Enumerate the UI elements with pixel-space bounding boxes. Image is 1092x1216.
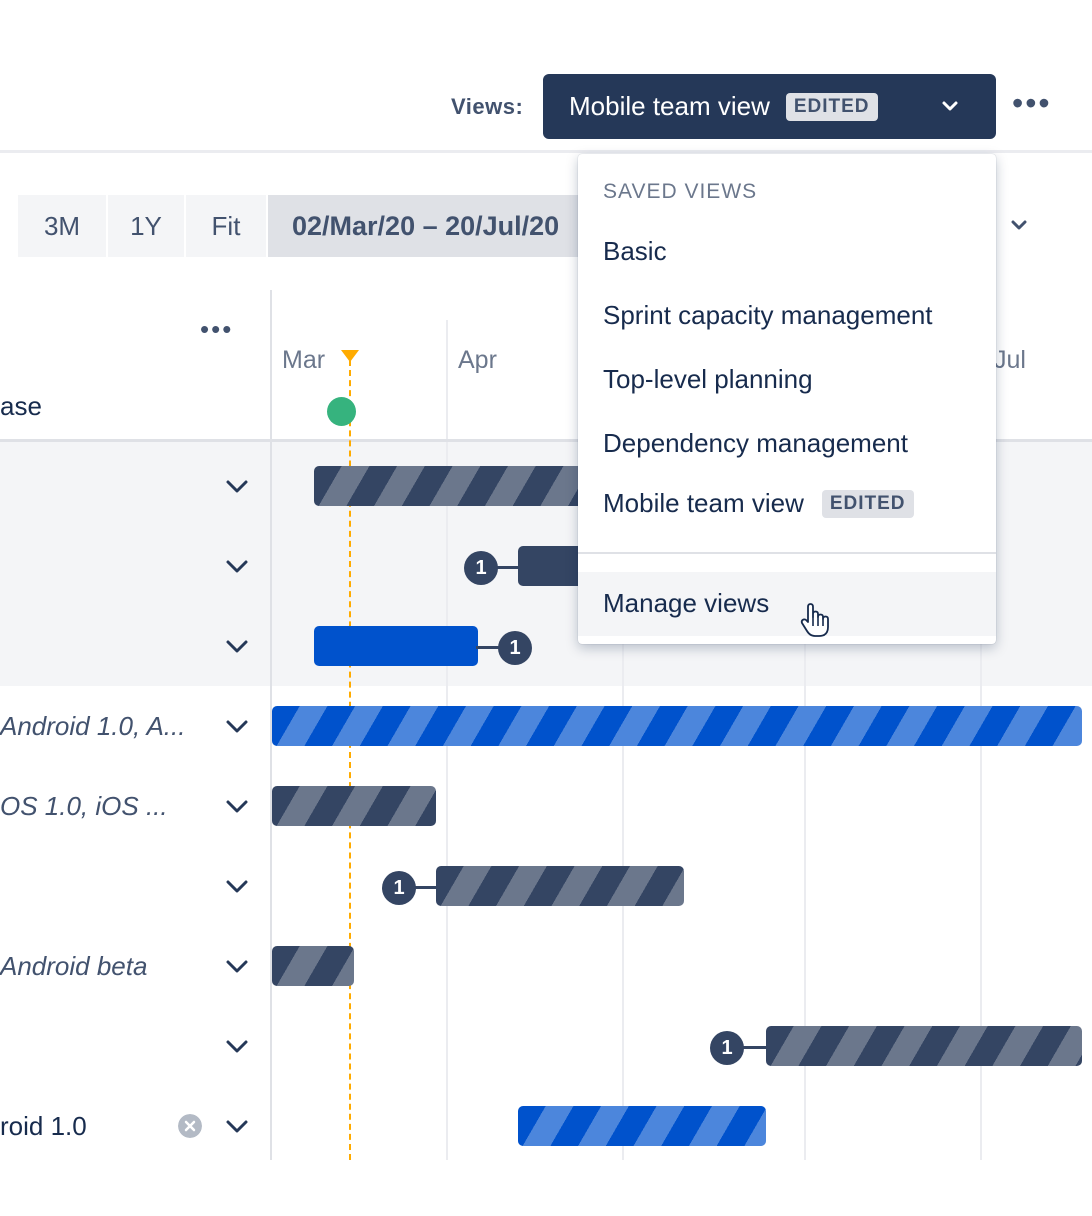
zoom-1y-button[interactable]: 1Y <box>108 195 184 257</box>
timeline-bar[interactable] <box>314 466 614 506</box>
view-selector-button[interactable]: Mobile team view EDITED <box>543 74 996 139</box>
current-view-name: Mobile team view <box>569 91 770 121</box>
zoom-3m-button[interactable]: 3M <box>18 195 106 257</box>
date-range-picker[interactable]: 02/Mar/20 – 20/Jul/20 <box>268 195 598 257</box>
dropdown-divider <box>578 552 996 554</box>
month-label: Apr <box>458 346 497 374</box>
edited-badge: EDITED <box>785 92 878 121</box>
column-header: ase <box>0 391 42 421</box>
view-item-basic[interactable]: Basic <box>603 236 667 267</box>
chevron-down-icon[interactable] <box>224 475 250 497</box>
manage-views-label: Manage views <box>603 588 770 618</box>
chevron-down-icon[interactable] <box>224 1035 250 1057</box>
month-label: Jul <box>994 346 1026 374</box>
view-item-label: Basic <box>603 236 667 266</box>
row-label: Android beta <box>0 951 148 981</box>
edited-badge: EDITED <box>821 489 914 518</box>
zoom-fit-button[interactable]: Fit <box>186 195 266 257</box>
chevron-down-icon[interactable] <box>224 555 250 577</box>
today-marker-icon <box>341 350 359 362</box>
saved-views-heading: SAVED VIEWS <box>603 180 758 203</box>
chevron-down-icon[interactable] <box>224 635 250 657</box>
timeline-bar[interactable] <box>314 626 478 666</box>
timeline-bar[interactable] <box>272 706 1082 746</box>
row-label: Android 1.0, A... <box>0 711 186 741</box>
view-item-label: Dependency management <box>603 428 908 458</box>
timeline-bar[interactable] <box>436 866 684 906</box>
more-actions-icon[interactable]: ••• <box>1012 87 1052 119</box>
chevron-down-icon <box>942 101 958 111</box>
chevron-down-icon[interactable] <box>224 795 250 817</box>
month-label: Mar <box>282 346 326 374</box>
view-item-sprint-capacity[interactable]: Sprint capacity management <box>603 300 933 331</box>
timeline-bar[interactable] <box>272 786 436 826</box>
row-label: OS 1.0, iOS ... <box>0 791 168 821</box>
release-marker[interactable] <box>327 397 356 426</box>
clear-icon[interactable] <box>178 1114 202 1138</box>
timeline-bar[interactable] <box>272 946 354 986</box>
list-more-icon[interactable]: ••• <box>200 316 233 342</box>
chevron-down-icon[interactable] <box>224 875 250 897</box>
timeline-bar[interactable] <box>766 1026 1082 1066</box>
dependency-badge[interactable]: 1 <box>464 551 498 585</box>
views-label: Views: <box>451 94 524 119</box>
manage-views-button[interactable]: Manage views <box>578 572 996 637</box>
chevron-down-icon[interactable] <box>1008 214 1030 236</box>
saved-views-dropdown: SAVED VIEWS Basic Sprint capacity manage… <box>578 154 996 644</box>
view-item-top-level-planning[interactable]: Top-level planning <box>603 364 813 395</box>
chevron-down-icon[interactable] <box>224 715 250 737</box>
chevron-down-icon[interactable] <box>224 1115 250 1137</box>
dependency-badge[interactable]: 1 <box>498 631 532 665</box>
row-label: roid 1.0 <box>0 1111 87 1141</box>
view-item-label: Sprint capacity management <box>603 300 933 330</box>
view-item-mobile-team[interactable]: Mobile team view EDITED <box>603 488 914 519</box>
dependency-badge[interactable]: 1 <box>710 1031 744 1065</box>
view-item-dependency-management[interactable]: Dependency management <box>603 428 908 459</box>
view-item-label: Mobile team view <box>603 488 804 518</box>
timeline-bar[interactable] <box>518 1106 766 1146</box>
hand-cursor-icon <box>800 603 829 637</box>
dependency-badge[interactable]: 1 <box>382 871 416 905</box>
view-item-label: Top-level planning <box>603 364 813 394</box>
header-divider <box>0 150 1092 153</box>
chevron-down-icon[interactable] <box>224 955 250 977</box>
